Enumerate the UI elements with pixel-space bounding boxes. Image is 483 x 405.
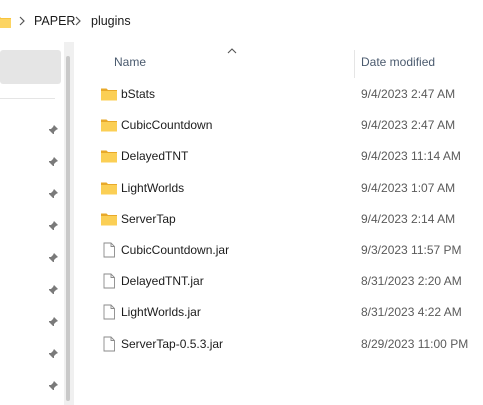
folder-icon (101, 119, 117, 132)
file-row[interactable]: DelayedTNT 9/4/2023 11:14 AM (74, 141, 483, 172)
file-name: LightWorlds (121, 180, 185, 195)
breadcrumb-item-plugins[interactable]: plugins (91, 14, 131, 28)
file-name: DelayedTNT.jar (121, 274, 204, 289)
file-icon (103, 273, 115, 289)
file-row[interactable]: LightWorlds 9/4/2023 1:07 AM (74, 173, 483, 204)
pin-icon[interactable] (47, 284, 59, 296)
pin-icon[interactable] (47, 124, 59, 136)
breadcrumb-item-paper[interactable]: PAPER (34, 14, 75, 28)
file-row[interactable]: ServerTap 9/4/2023 2:14 AM (74, 204, 483, 235)
file-date-modified: 8/31/2023 4:22 AM (361, 305, 462, 320)
file-date-modified: 9/4/2023 1:07 AM (361, 180, 456, 195)
folder-icon[interactable] (0, 13, 12, 29)
file-name: LightWorlds.jar (121, 305, 201, 320)
folder-icon (101, 88, 117, 101)
file-name: CubicCountdown.jar (121, 243, 230, 257)
folder-icon (101, 182, 117, 195)
pin-icon[interactable] (47, 348, 59, 360)
file-date-modified: 9/3/2023 11:57 PM (361, 243, 462, 257)
breadcrumb: PAPER plugins (0, 0, 483, 42)
file-name: ServerTap-0.5.3.jar (121, 336, 224, 351)
file-row[interactable]: bStats 9/4/2023 2:47 AM (74, 79, 483, 110)
file-explorer-window: PAPER plugins Name Date modified bStats 9… (0, 0, 483, 405)
file-date-modified: 9/4/2023 2:47 AM (361, 118, 456, 133)
file-row[interactable]: CubicCountdown.jar 9/3/2023 11:57 PM (74, 235, 483, 266)
file-row[interactable]: LightWorlds.jar 8/31/2023 4:22 AM (74, 297, 483, 328)
chevron-right-icon[interactable] (73, 14, 83, 28)
folder-icon (101, 150, 117, 163)
pin-icon[interactable] (47, 316, 59, 328)
file-icon (103, 242, 115, 258)
pin-icon[interactable] (47, 220, 59, 232)
pin-icon[interactable] (47, 188, 59, 200)
file-icon (103, 304, 115, 320)
file-name: CubicCountdown (121, 118, 213, 133)
sort-ascending-icon[interactable] (227, 48, 237, 54)
file-row[interactable]: DelayedTNT.jar 8/31/2023 2:20 AM (74, 266, 483, 297)
file-date-modified: 8/29/2023 11:00 PM (361, 336, 469, 351)
file-row[interactable]: ServerTap-0.5.3.jar 8/29/2023 11:00 PM (74, 329, 483, 360)
file-name: bStats (121, 87, 156, 101)
file-row[interactable]: CubicCountdown 9/4/2023 2:47 AM (74, 110, 483, 141)
file-icon (103, 336, 115, 352)
chevron-right-icon[interactable] (17, 14, 27, 28)
nav-item-selected[interactable] (0, 50, 61, 84)
column-header-name[interactable]: Name (114, 55, 146, 69)
folder-icon (101, 213, 117, 226)
file-date-modified: 8/31/2023 2:20 AM (361, 274, 462, 289)
pin-icon[interactable] (47, 156, 59, 168)
column-header-date-modified[interactable]: Date modified (361, 55, 435, 69)
pin-icon[interactable] (47, 252, 59, 264)
nav-divider (0, 98, 55, 99)
scrollbar-thumb[interactable] (66, 56, 70, 401)
column-divider[interactable] (354, 50, 355, 78)
file-name: ServerTap (121, 211, 176, 226)
pin-icon[interactable] (47, 380, 59, 392)
file-name: DelayedTNT (121, 149, 189, 164)
file-date-modified: 9/4/2023 2:47 AM (361, 87, 456, 101)
file-date-modified: 9/4/2023 2:14 AM (361, 211, 456, 226)
file-date-modified: 9/4/2023 11:14 AM (361, 149, 461, 164)
